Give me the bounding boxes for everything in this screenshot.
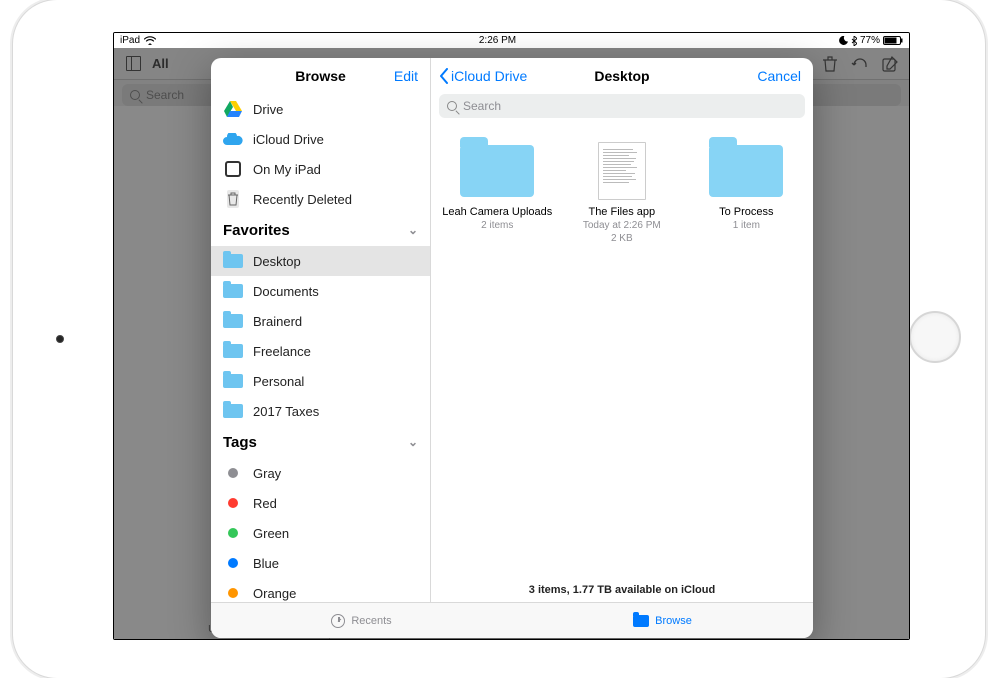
item-name: Leah Camera Uploads — [442, 206, 552, 219]
screen: iPad 2:26 PM 77% All — [113, 32, 910, 640]
favorite-brainerd[interactable]: Brainerd — [211, 306, 430, 336]
tag-orange[interactable]: Orange — [211, 578, 430, 602]
item-meta-size: 2 KB — [611, 232, 633, 245]
location-on-my-ipad[interactable]: On My iPad — [211, 154, 430, 184]
files-picker-modal: Browse Edit Drive iCloud Drive On M — [211, 58, 813, 638]
favorites-header[interactable]: Favorites ⌄ — [211, 214, 430, 246]
carrier-label: iPad — [120, 35, 140, 46]
ipad-icon — [223, 159, 243, 179]
tag-blue[interactable]: Blue — [211, 548, 430, 578]
tag-label: Gray — [253, 466, 281, 481]
grid-item-file[interactable]: The Files app Today at 2:26 PM 2 KB — [560, 136, 685, 255]
document-icon — [598, 142, 646, 200]
bluetooth-icon — [851, 36, 857, 46]
item-meta-date: Today at 2:26 PM — [583, 219, 661, 232]
browse-sidebar: Browse Edit Drive iCloud Drive On M — [211, 58, 431, 602]
chevron-down-icon: ⌄ — [408, 435, 418, 449]
content-search-field[interactable]: Search — [439, 94, 805, 118]
item-name: To Process — [719, 206, 773, 219]
clock-label: 2:26 PM — [156, 35, 839, 46]
content-title: Desktop — [594, 68, 649, 84]
icloud-icon — [223, 129, 243, 149]
favorite-documents[interactable]: Documents — [211, 276, 430, 306]
folder-icon — [223, 371, 243, 391]
item-name: The Files app — [588, 206, 655, 219]
gdrive-icon — [223, 99, 243, 119]
folder-icon — [223, 251, 243, 271]
favorite-label: Desktop — [253, 254, 301, 269]
content-navbar: iCloud Drive Desktop Cancel — [431, 58, 813, 94]
item-meta: 2 items — [481, 219, 513, 232]
tags-header[interactable]: Tags ⌄ — [211, 426, 430, 458]
battery-pct-label: 77% — [860, 35, 880, 46]
grid-item-folder[interactable]: Leah Camera Uploads 2 items — [435, 136, 560, 255]
tag-gray[interactable]: Gray — [211, 458, 430, 488]
tag-dot-icon — [228, 558, 238, 568]
grid-item-folder[interactable]: To Process 1 item — [684, 136, 809, 255]
ipad-frame: iPad 2:26 PM 77% All — [13, 0, 985, 678]
tab-label: Browse — [655, 615, 692, 627]
sidebar-header: Browse Edit — [211, 58, 430, 94]
location-label: On My iPad — [253, 162, 321, 177]
browse-icon — [633, 615, 649, 627]
folder-icon — [709, 145, 783, 197]
location-recently-deleted[interactable]: Recently Deleted — [211, 184, 430, 214]
location-drive[interactable]: Drive — [211, 94, 430, 124]
cancel-button[interactable]: Cancel — [757, 68, 801, 84]
favorite-label: 2017 Taxes — [253, 404, 319, 419]
favorite-label: Personal — [253, 374, 304, 389]
location-label: Recently Deleted — [253, 192, 352, 207]
wifi-icon — [144, 36, 156, 45]
front-camera — [56, 335, 64, 343]
trash-small-icon — [223, 189, 243, 209]
location-label: iCloud Drive — [253, 132, 324, 147]
favorite-2017-taxes[interactable]: 2017 Taxes — [211, 396, 430, 426]
folder-icon — [223, 311, 243, 331]
status-bar: iPad 2:26 PM 77% — [114, 33, 909, 48]
tag-label: Blue — [253, 556, 279, 571]
folder-icon — [223, 401, 243, 421]
location-label: Drive — [253, 102, 283, 117]
folder-icon — [223, 281, 243, 301]
edit-button[interactable]: Edit — [394, 68, 418, 84]
tab-recents[interactable]: Recents — [211, 603, 512, 638]
chevron-left-icon — [439, 68, 449, 84]
favorite-label: Documents — [253, 284, 319, 299]
recents-icon — [331, 614, 345, 628]
tag-label: Green — [253, 526, 289, 541]
tab-label: Recents — [351, 615, 391, 627]
sidebar-title: Browse — [295, 68, 346, 84]
bottom-tabbar: Recents Browse — [211, 602, 813, 638]
tag-dot-icon — [228, 498, 238, 508]
favorite-label: Brainerd — [253, 314, 302, 329]
chevron-down-icon: ⌄ — [408, 223, 418, 237]
content-search-placeholder: Search — [463, 99, 501, 113]
folder-icon — [460, 145, 534, 197]
tab-browse[interactable]: Browse — [512, 603, 813, 638]
tag-red[interactable]: Red — [211, 488, 430, 518]
files-grid: Leah Camera Uploads 2 items The Files ap… — [431, 126, 813, 578]
tag-dot-icon — [228, 528, 238, 538]
folder-icon — [223, 341, 243, 361]
favorite-desktop[interactable]: Desktop — [211, 246, 430, 276]
search-icon — [447, 101, 457, 111]
tag-dot-icon — [228, 468, 238, 478]
battery-icon — [883, 36, 903, 45]
tag-label: Orange — [253, 586, 296, 601]
favorite-personal[interactable]: Personal — [211, 366, 430, 396]
tag-green[interactable]: Green — [211, 518, 430, 548]
favorite-label: Freelance — [253, 344, 311, 359]
content-panel: iCloud Drive Desktop Cancel Search Leah … — [431, 58, 813, 602]
back-button[interactable]: iCloud Drive — [439, 68, 527, 84]
dnd-icon — [839, 36, 848, 45]
item-meta: 1 item — [733, 219, 760, 232]
favorite-freelance[interactable]: Freelance — [211, 336, 430, 366]
storage-status-label: 3 items, 1.77 TB available on iCloud — [431, 578, 813, 602]
home-button[interactable] — [909, 311, 961, 363]
back-label: iCloud Drive — [451, 68, 527, 84]
tag-label: Red — [253, 496, 277, 511]
location-icloud-drive[interactable]: iCloud Drive — [211, 124, 430, 154]
tag-dot-icon — [228, 588, 238, 598]
